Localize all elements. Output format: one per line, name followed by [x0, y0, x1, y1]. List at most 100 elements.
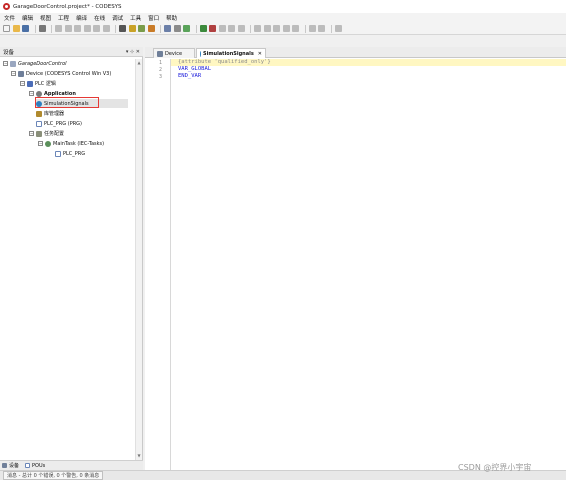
tree-item-library-manager[interactable]: 库管理器	[36, 109, 64, 118]
call-icon	[55, 150, 61, 157]
panel-tab-strip: 设备 POUs	[0, 460, 143, 470]
tree-item-label: MainTask (IEC-Tasks)	[53, 140, 105, 147]
toolbar-separator	[34, 24, 36, 33]
selection-highlight-box	[35, 97, 99, 108]
collapse-icon[interactable]: −	[11, 71, 16, 76]
code-line-var-global[interactable]: VAR_GLOBAL	[178, 66, 211, 72]
collapse-icon[interactable]: −	[29, 91, 34, 96]
new-icon[interactable]	[3, 25, 10, 32]
reset-icon[interactable]	[237, 25, 245, 32]
menu-view[interactable]: 视图	[40, 14, 51, 22]
step-out-icon[interactable]	[273, 25, 280, 32]
menu-project[interactable]: 工程	[58, 14, 69, 22]
devices-panel-header: 设备 ▾ ⊹ ✕	[0, 47, 143, 57]
pous-tab-icon	[25, 463, 31, 468]
tree-item-label: PLC_PRG	[63, 150, 86, 157]
tab-label: POUs	[32, 462, 46, 469]
find-icon[interactable]	[119, 25, 126, 32]
menu-build[interactable]: 编译	[76, 14, 87, 22]
tree-item-device[interactable]: − Device (CODESYS Control Win V3)	[11, 69, 111, 78]
line-number: 2	[159, 67, 163, 73]
bookmark-icon[interactable]	[138, 25, 145, 32]
menu-debug[interactable]: 调试	[112, 14, 123, 22]
message-summary[interactable]: 消息 - 总计 0 个错误, 0 个警告, 0 条消息	[3, 471, 104, 480]
scroll-up-icon[interactable]: ▲	[136, 60, 142, 66]
library-icon	[36, 110, 42, 117]
scroll-down-icon[interactable]: ▼	[136, 453, 142, 459]
menu-edit[interactable]: 编辑	[22, 14, 33, 22]
tree-item-label: PLC_PRG (PRG)	[44, 120, 83, 127]
write-values-icon[interactable]	[308, 25, 316, 32]
login-icon[interactable]	[199, 25, 207, 32]
toolbar-separator	[160, 24, 161, 33]
force-values-icon[interactable]	[318, 25, 325, 32]
collapse-icon[interactable]: −	[20, 81, 25, 86]
task-config-icon	[36, 130, 42, 137]
replace-icon[interactable]	[128, 25, 136, 32]
tab-simulation-signals[interactable]: SimulationSignals ✕	[196, 48, 266, 58]
tab-label: SimulationSignals	[203, 50, 254, 57]
redo-icon[interactable]	[64, 25, 72, 32]
logout-icon[interactable]	[209, 25, 216, 32]
set-next-statement-icon[interactable]	[292, 25, 299, 32]
menu-tools[interactable]: 工具	[130, 14, 141, 22]
code-editor[interactable]: 1 2 3 {attribute 'qualified_only'} VAR_G…	[145, 59, 566, 470]
copy-icon[interactable]	[83, 25, 91, 32]
close-icon[interactable]: ✕	[258, 51, 262, 57]
device-icon	[157, 50, 163, 57]
tree-item-label: 库管理器	[44, 111, 65, 117]
collapse-icon[interactable]: −	[3, 61, 8, 66]
toolbar-separator	[195, 24, 197, 33]
open-icon[interactable]	[12, 25, 20, 32]
bookmark-next-icon[interactable]	[147, 25, 155, 32]
tree-item-plc-prg[interactable]: PLC_PRG (PRG)	[36, 119, 82, 128]
run-to-cursor-icon[interactable]	[282, 25, 290, 32]
code-line-pragma[interactable]: {attribute 'qualified_only'}	[178, 59, 271, 65]
start-icon[interactable]	[218, 25, 226, 32]
tab-device[interactable]: Device	[153, 48, 195, 58]
undo-icon[interactable]	[55, 25, 62, 32]
code-line-end-var[interactable]: END_VAR	[178, 73, 201, 79]
options-icon[interactable]	[334, 25, 342, 32]
line-number: 3	[159, 74, 163, 80]
rebuild-icon[interactable]	[173, 25, 181, 32]
paste-icon[interactable]	[93, 25, 100, 32]
toolbar-separator	[304, 24, 306, 33]
tab-pous[interactable]: POUs	[25, 463, 45, 469]
delete-icon[interactable]	[102, 25, 110, 32]
stop-icon[interactable]	[228, 25, 235, 32]
save-icon[interactable]	[22, 25, 29, 32]
devices-panel-title: 设备	[3, 49, 15, 56]
tree-item-project[interactable]: − GarageDoorControl	[3, 59, 67, 68]
menu-online[interactable]: 在线	[94, 14, 105, 22]
toolbar	[0, 23, 566, 35]
tree-item-task-config[interactable]: − 任务配置	[29, 129, 64, 138]
panel-controls[interactable]: ▾ ⊹ ✕	[126, 49, 140, 55]
tree-item-label: 任务配置	[44, 131, 65, 137]
editor-tab-strip: Device SimulationSignals ✕	[145, 47, 566, 58]
menu-bar: 文件 编辑 视图 工程 编译 在线 调试 工具 窗口 帮助	[0, 13, 566, 23]
menu-file[interactable]: 文件	[4, 14, 15, 22]
tab-devices[interactable]: 设备	[2, 462, 19, 469]
step-into-icon[interactable]	[263, 25, 271, 32]
tree-item-main-task[interactable]: − MainTask (IEC-Tasks)	[38, 139, 104, 148]
pou-icon	[36, 120, 42, 127]
menu-help[interactable]: 帮助	[166, 14, 177, 22]
tree-scrollbar[interactable]: ▲ ▼	[135, 59, 142, 460]
cut-icon[interactable]	[74, 25, 81, 32]
tab-label: 设备	[9, 463, 20, 469]
collapse-icon[interactable]: −	[38, 141, 43, 146]
tree-item-plc-logic[interactable]: − PLC 逻辑	[20, 79, 56, 88]
build-icon[interactable]	[164, 25, 171, 32]
toolbar-separator	[51, 24, 52, 33]
menu-window[interactable]: 窗口	[148, 14, 159, 22]
tree-item-plc-prg-call[interactable]: PLC_PRG	[55, 149, 85, 158]
collapse-icon[interactable]: −	[29, 131, 34, 136]
task-icon	[45, 140, 51, 147]
device-icon	[18, 70, 24, 77]
step-over-icon[interactable]	[254, 25, 261, 32]
generate-code-icon[interactable]	[183, 25, 190, 32]
line-number-gutter: 1 2 3	[145, 59, 171, 470]
print-icon[interactable]	[38, 25, 46, 32]
plc-logic-icon	[27, 80, 33, 87]
